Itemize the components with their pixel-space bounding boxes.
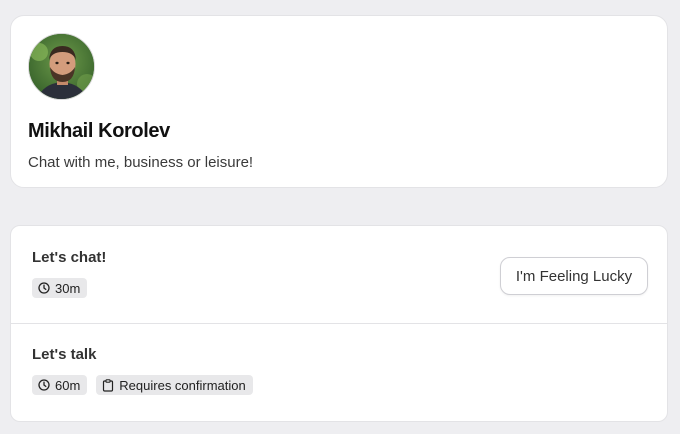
clipboard-icon <box>103 378 114 392</box>
feeling-lucky-button[interactable]: I'm Feeling Lucky <box>500 257 648 295</box>
event-badges: 30m <box>32 278 88 298</box>
event-types-list: Let's chat! 30m I'm Feeling Lucky Let's … <box>10 225 668 422</box>
event-badges: 60m Requires confirmation <box>32 375 253 395</box>
profile-bio: Chat with me, business or leisure! <box>28 154 254 171</box>
confirmation-label: Requires confirmation <box>119 377 246 393</box>
duration-label: 30m <box>55 280 81 296</box>
avatar-photo <box>29 34 94 99</box>
event-title: Let's chat! <box>32 249 107 266</box>
clock-icon <box>38 379 50 391</box>
clock-icon <box>38 282 50 294</box>
confirmation-badge: Requires confirmation <box>96 375 253 395</box>
duration-badge: 30m <box>32 278 88 298</box>
profile-card: Mikhail Korolev Chat with me, business o… <box>10 15 668 188</box>
profile-name: Mikhail Korolev <box>28 120 170 142</box>
event-type-item[interactable]: Let's talk 60m Requires confirmation <box>11 324 667 421</box>
event-type-item[interactable]: Let's chat! 30m I'm Feeling Lucky <box>11 226 667 324</box>
duration-badge: 60m <box>32 375 88 395</box>
event-title: Let's talk <box>32 346 97 363</box>
duration-label: 60m <box>55 377 81 393</box>
avatar <box>28 33 95 100</box>
